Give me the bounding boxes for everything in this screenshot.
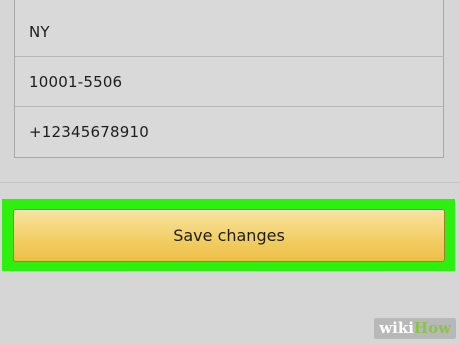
zip-code-field[interactable]: 10001-5506 [15,57,443,107]
state-field[interactable]: NY [15,7,443,57]
phone-number-field-value: +12345678910 [29,123,149,141]
watermark-wiki-text: wiki [379,319,414,337]
state-field-value: NY [29,22,50,41]
save-changes-label: Save changes [173,226,285,245]
section-divider [0,182,460,183]
wikihow-watermark: wiki How [374,318,456,339]
phone-number-field[interactable]: +12345678910 [15,107,443,157]
zip-code-field-value: 10001-5506 [29,72,123,91]
address-form-card: NY 10001-5506 +12345678910 [14,0,444,158]
watermark-how-text: How [413,319,451,337]
save-changes-button[interactable]: Save changes [13,209,445,262]
